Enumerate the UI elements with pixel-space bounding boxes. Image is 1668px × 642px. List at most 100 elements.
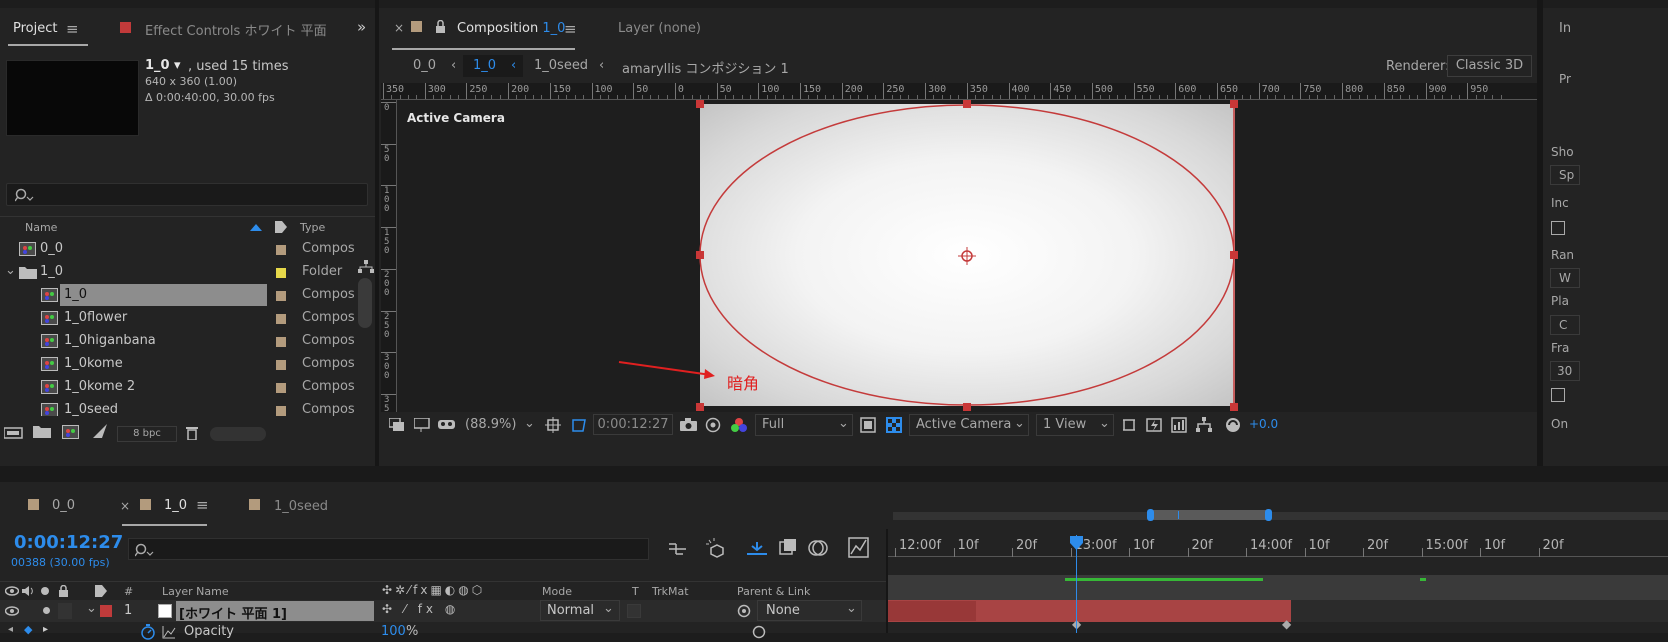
- list-item[interactable]: 1_0kome Compos: [0, 353, 358, 376]
- tab-composition-underline: [392, 48, 575, 50]
- trash-icon[interactable]: [185, 425, 199, 440]
- cti-head-icon[interactable]: [1070, 536, 1083, 550]
- label-swatch[interactable]: [276, 383, 286, 393]
- toggle-pixel-aspect-icon[interactable]: [1121, 417, 1137, 433]
- cache-indicator: [1420, 578, 1426, 581]
- label-swatch[interactable]: [276, 337, 286, 347]
- tab-project[interactable]: Project: [13, 21, 57, 36]
- comp-flowchart-icon[interactable]: [1196, 417, 1212, 433]
- list-item-selected[interactable]: 1_0 Compos: [0, 284, 358, 307]
- breadcrumb-item[interactable]: 1_0seed: [534, 58, 588, 73]
- transform-handle[interactable]: [1230, 251, 1238, 259]
- breadcrumb-item[interactable]: 0_0: [413, 58, 436, 73]
- label-swatch[interactable]: [276, 360, 286, 370]
- new-composition-icon[interactable]: [62, 425, 79, 439]
- new-folder-icon[interactable]: [33, 425, 51, 439]
- interpret-footage-icon[interactable]: [4, 425, 24, 439]
- panel-checkbox[interactable]: [1551, 221, 1565, 235]
- ruler-tick-mark: [1008, 83, 1010, 99]
- list-item[interactable]: 1_0seed Compos: [0, 399, 358, 416]
- list-item[interactable]: 1_0higanbana Compos: [0, 330, 358, 353]
- project-search-input[interactable]: [6, 183, 368, 206]
- magnification-dropdown[interactable]: (88.9%): [465, 417, 516, 432]
- composition-menu-icon[interactable]: ≡: [564, 20, 577, 38]
- col-name[interactable]: Name: [25, 221, 57, 234]
- project-scrollbar[interactable]: [358, 278, 372, 328]
- lock-icon[interactable]: [435, 20, 446, 33]
- transform-handle[interactable]: [963, 100, 971, 108]
- show-snapshot-icon[interactable]: [705, 417, 722, 433]
- resolution-dropdown[interactable]: Full ⌄: [755, 414, 853, 436]
- transform-handle[interactable]: [696, 100, 704, 108]
- chevron-down-icon[interactable]: ⌄: [5, 263, 16, 278]
- panel-dropdown[interactable]: C: [1550, 315, 1580, 335]
- tab-effect-controls[interactable]: Effect Controls ホワイト 平面: [145, 20, 327, 39]
- safe-margins-icon[interactable]: [545, 417, 561, 433]
- renderer-dropdown[interactable]: Classic 3D: [1447, 55, 1532, 77]
- ruler-tick-mark: [1342, 83, 1344, 99]
- time-ruler-label: 10f: [957, 538, 979, 553]
- render-queue-icon[interactable]: [92, 423, 108, 439]
- comp-canvas-area[interactable]: Active Camera 暗角: [397, 100, 1537, 412]
- tab-composition[interactable]: Composition 1_0: [457, 21, 565, 36]
- label-swatch[interactable]: [276, 406, 286, 416]
- breadcrumb-item-active[interactable]: 1_0: [473, 58, 496, 73]
- transform-handle[interactable]: [696, 403, 704, 411]
- ruler-tick-mark: [381, 185, 396, 187]
- region-of-interest-icon[interactable]: [860, 417, 876, 433]
- panel-dropdown[interactable]: W: [1550, 268, 1580, 288]
- label-swatch[interactable]: [276, 268, 286, 278]
- flowchart-icon[interactable]: [358, 260, 374, 274]
- time-ruler-label: 10f: [1133, 538, 1155, 553]
- reset-exposure-icon[interactable]: [1225, 417, 1241, 433]
- view-layout-dropdown[interactable]: 1 View ⌄: [1036, 414, 1114, 436]
- list-item[interactable]: 1_0flower Compos: [0, 307, 358, 330]
- label-swatch[interactable]: [276, 291, 286, 301]
- list-item[interactable]: ⌄ 1_0 Folder: [0, 261, 358, 284]
- expand-panels-icon[interactable]: »: [357, 18, 366, 36]
- snapshot-camera-icon[interactable]: [680, 418, 698, 432]
- keyframe-icon[interactable]: ◆: [1282, 617, 1291, 631]
- transform-handle[interactable]: [963, 403, 971, 411]
- label-swatch[interactable]: [276, 245, 286, 255]
- label-tag-icon[interactable]: [274, 220, 288, 234]
- anchor-point-icon[interactable]: [957, 246, 977, 266]
- current-time-field[interactable]: 0:00:12:27: [593, 414, 673, 435]
- bit-depth-button[interactable]: 8 bpc: [117, 426, 177, 442]
- close-tab-icon[interactable]: ×: [394, 21, 404, 35]
- ruler-tick-label: 100: [384, 186, 390, 215]
- list-item[interactable]: 1_0kome 2 Compos: [0, 376, 358, 399]
- transparency-grid-icon[interactable]: [886, 417, 902, 433]
- color-channels-icon[interactable]: [730, 417, 748, 433]
- item-dropdown-icon[interactable]: ▾: [174, 58, 181, 73]
- timeline-icon[interactable]: [1171, 417, 1187, 433]
- tab-layer[interactable]: Layer (none): [618, 21, 701, 36]
- always-preview-icon[interactable]: [389, 418, 405, 432]
- col-type[interactable]: Type: [300, 221, 325, 234]
- monitor-icon[interactable]: [414, 418, 430, 432]
- thumbnail-slider[interactable]: [210, 427, 266, 441]
- panel-dropdown[interactable]: Sp: [1550, 165, 1580, 185]
- ruler-tick-label: 100: [594, 84, 613, 95]
- item-used-times: , used 15 times: [188, 59, 289, 74]
- chevron-down-icon[interactable]: ⌄: [524, 416, 535, 431]
- time-ruler-label: 14:00f: [1250, 538, 1293, 553]
- transform-handle[interactable]: [1230, 100, 1238, 108]
- layer-bar-segment: [888, 601, 976, 621]
- work-area-track[interactable]: [888, 575, 1668, 600]
- label-swatch[interactable]: [276, 314, 286, 324]
- mask-visibility-icon[interactable]: [571, 417, 587, 433]
- list-item[interactable]: 0_0 Compos: [0, 238, 358, 261]
- sort-ascending-icon[interactable]: [250, 223, 262, 231]
- panel-input[interactable]: 30: [1550, 361, 1580, 381]
- transform-handle[interactable]: [696, 251, 704, 259]
- panel-checkbox[interactable]: [1551, 388, 1565, 402]
- transform-handle[interactable]: [1230, 403, 1238, 411]
- camera-view-dropdown[interactable]: Active Camera ⌄: [909, 414, 1029, 436]
- tab-info[interactable]: In: [1559, 21, 1571, 36]
- vr-goggles-icon[interactable]: [438, 418, 456, 432]
- project-menu-icon[interactable]: ≡: [66, 20, 79, 38]
- fast-previews-icon[interactable]: [1146, 417, 1162, 433]
- exposure-value[interactable]: +0.0: [1249, 417, 1278, 431]
- breadcrumb-item[interactable]: amaryllis コンポジション 1: [622, 58, 789, 77]
